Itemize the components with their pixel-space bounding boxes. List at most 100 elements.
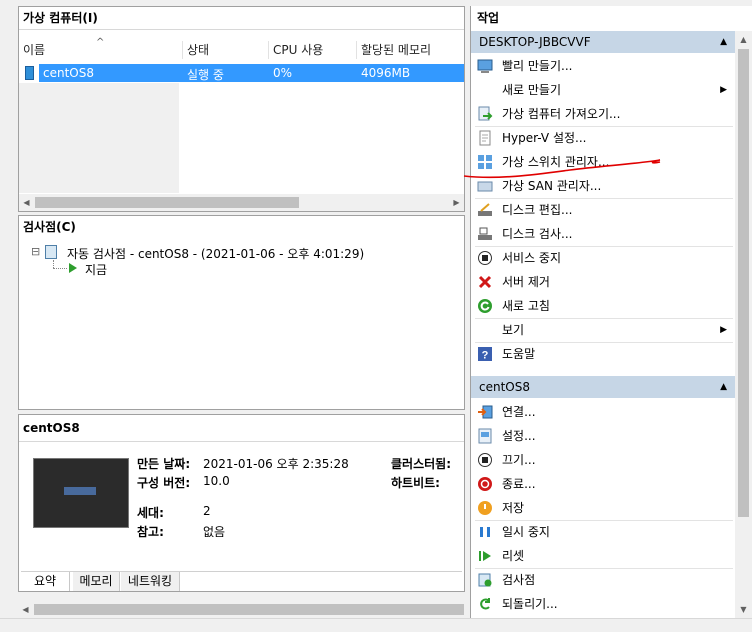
tab-networking[interactable]: 네트워킹: [121, 572, 180, 591]
action-stop-service[interactable]: 서비스 중지: [471, 246, 735, 270]
action-help[interactable]: ? 도움말: [471, 342, 735, 366]
turn-off-icon: [477, 452, 493, 468]
version-value: 10.0: [203, 474, 230, 488]
vm-list-gutter: [19, 83, 179, 193]
tree-line-h: [53, 268, 67, 270]
submenu-arrow-icon: ▶: [720, 325, 727, 335]
action-refresh[interactable]: 새로 고침: [471, 294, 735, 318]
cluster-label: 클러스터됨:: [391, 457, 451, 471]
vm-group-name: centOS8: [479, 380, 530, 394]
submenu-arrow-icon: ▶: [720, 85, 727, 95]
details-title: centOS8: [19, 415, 464, 442]
action-label: 보기: [502, 323, 525, 337]
vm-group-header[interactable]: centOS8 ▲: [471, 376, 735, 398]
action-label: 설정...: [502, 429, 536, 443]
vm-memory-cell: 4096MB: [361, 66, 411, 80]
action-label: 리셋: [502, 549, 525, 563]
checkpoints-panel: 검사점(C) ⊟ 자동 검사점 - centOS8 - (2021-01-06 …: [18, 215, 465, 410]
action-hyperv-settings[interactable]: Hyper-V 설정...: [471, 126, 735, 150]
sort-ascending-icon: ^: [96, 37, 105, 48]
tab-memory[interactable]: 메모리: [73, 572, 120, 591]
column-cpu[interactable]: CPU 사용: [269, 41, 357, 59]
version-label: 구성 버전:: [137, 476, 191, 490]
checkpoint-icon: [45, 245, 57, 259]
action-shutdown[interactable]: 종료...: [471, 472, 735, 496]
action-reset[interactable]: 리셋: [471, 544, 735, 568]
scroll-right-icon[interactable]: ▶: [449, 194, 464, 211]
vm-thumbnail-dialog: [64, 487, 96, 495]
annotation-underline: [463, 159, 661, 179]
edit-disk-icon: [477, 202, 493, 218]
scroll-left-icon[interactable]: ◀: [19, 194, 34, 211]
checkpoints-title: 검사점(C): [19, 216, 464, 238]
action-vm-settings[interactable]: 설정...: [471, 424, 735, 448]
vm-table-header: 이름 ^ 상태 CPU 사용 할당된 메모리: [19, 37, 464, 59]
action-label: 연결...: [502, 405, 536, 419]
action-label: 끄기...: [502, 453, 536, 467]
action-label: 디스크 편집...: [502, 203, 573, 217]
virtual-machines-title: 가상 컴퓨터(I): [19, 7, 464, 30]
action-label: 새로 만들기: [502, 83, 562, 97]
scrollbar-thumb[interactable]: [35, 197, 299, 208]
checkpoint-now-item[interactable]: 지금: [85, 261, 107, 278]
created-value: 2021-01-06 오후 2:35:28: [203, 457, 349, 471]
scroll-up-icon[interactable]: ▲: [735, 31, 752, 48]
action-edit-disk[interactable]: 디스크 편집...: [471, 198, 735, 222]
tab-summary[interactable]: 요약: [21, 572, 70, 591]
vm-actions-list: 연결... 설정... 끄기... 종료... 저장 일시 중지 리셋 검사점 …: [471, 400, 735, 620]
save-icon: [477, 500, 493, 516]
action-label: Hyper-V 설정...: [502, 131, 587, 145]
action-pause[interactable]: 일시 중지: [471, 520, 735, 544]
vm-thumbnail[interactable]: [33, 458, 129, 528]
action-import-vm[interactable]: 가상 컴퓨터 가져오기...: [471, 102, 735, 126]
collapse-up-icon[interactable]: ▲: [720, 31, 727, 53]
checkpoint-snapshot-item[interactable]: 자동 검사점 - centOS8 - (2021-01-06 - 오후 4:01…: [67, 245, 364, 262]
stop-service-icon: [477, 250, 493, 266]
action-turn-off[interactable]: 끄기...: [471, 448, 735, 472]
action-remove-server[interactable]: 서버 제거: [471, 270, 735, 294]
vm-icon: [25, 66, 34, 80]
actions-panel: 작업 DESKTOP-JBBCVVF ▲ 빨리 만들기... 새로 만들기 ▶ …: [470, 6, 752, 618]
table-row[interactable]: centOS8 실행 중 0% 4096MB: [23, 64, 464, 82]
action-label: 종료...: [502, 477, 536, 491]
inspect-disk-icon: [477, 226, 493, 242]
tree-expand-icon[interactable]: ⊟: [31, 245, 40, 258]
column-memory[interactable]: 할당된 메모리: [357, 41, 464, 59]
action-save[interactable]: 저장: [471, 496, 735, 520]
action-label: 빨리 만들기...: [502, 59, 573, 73]
details-horizontal-scrollbar[interactable]: ◀: [18, 601, 465, 618]
action-quick-create[interactable]: 빨리 만들기...: [471, 54, 735, 78]
action-connect[interactable]: 연결...: [471, 400, 735, 424]
now-play-icon: [69, 263, 77, 273]
scroll-left-icon[interactable]: ◀: [18, 601, 33, 618]
vm-horizontal-scrollbar[interactable]: ◀ ▶: [19, 194, 464, 211]
action-label: 되돌리기...: [502, 597, 558, 611]
host-group-header[interactable]: DESKTOP-JBBCVVF ▲: [471, 31, 735, 53]
column-state[interactable]: 상태: [183, 41, 269, 59]
host-actions-list: 빨리 만들기... 새로 만들기 ▶ 가상 컴퓨터 가져오기... Hyper-…: [471, 54, 735, 374]
scrollbar-thumb[interactable]: [738, 49, 749, 517]
scroll-down-icon[interactable]: ▼: [735, 601, 752, 618]
generation-label: 세대:: [137, 506, 164, 520]
action-new[interactable]: 새로 만들기 ▶: [471, 78, 735, 102]
virtual-machines-panel: 가상 컴퓨터(I) 이름 ^ 상태 CPU 사용 할당된 메모리 centOS8…: [18, 6, 465, 212]
action-label: 새로 고침: [502, 299, 550, 313]
tree-line: [53, 260, 55, 268]
vm-name-cell: centOS8: [43, 66, 94, 80]
action-checkpoint[interactable]: 검사점: [471, 568, 735, 592]
action-label: 서버 제거: [502, 275, 550, 289]
scrollbar-thumb[interactable]: [34, 604, 464, 615]
svg-text:?: ?: [482, 350, 489, 362]
generation-value: 2: [203, 504, 211, 518]
collapse-up-icon[interactable]: ▲: [720, 376, 727, 398]
notes-value: 없음: [203, 525, 226, 539]
action-inspect-disk[interactable]: 디스크 검사...: [471, 222, 735, 246]
action-label: 가상 컴퓨터 가져오기...: [502, 107, 621, 121]
actions-title: 작업: [477, 11, 500, 25]
action-view[interactable]: 보기 ▶: [471, 318, 735, 342]
actions-vertical-scrollbar[interactable]: ▲ ▼: [735, 31, 752, 618]
action-revert[interactable]: 되돌리기...: [471, 592, 735, 616]
action-label: 검사점: [502, 573, 536, 587]
host-group-name: DESKTOP-JBBCVVF: [479, 35, 591, 49]
notes-label: 참고:: [137, 525, 164, 539]
